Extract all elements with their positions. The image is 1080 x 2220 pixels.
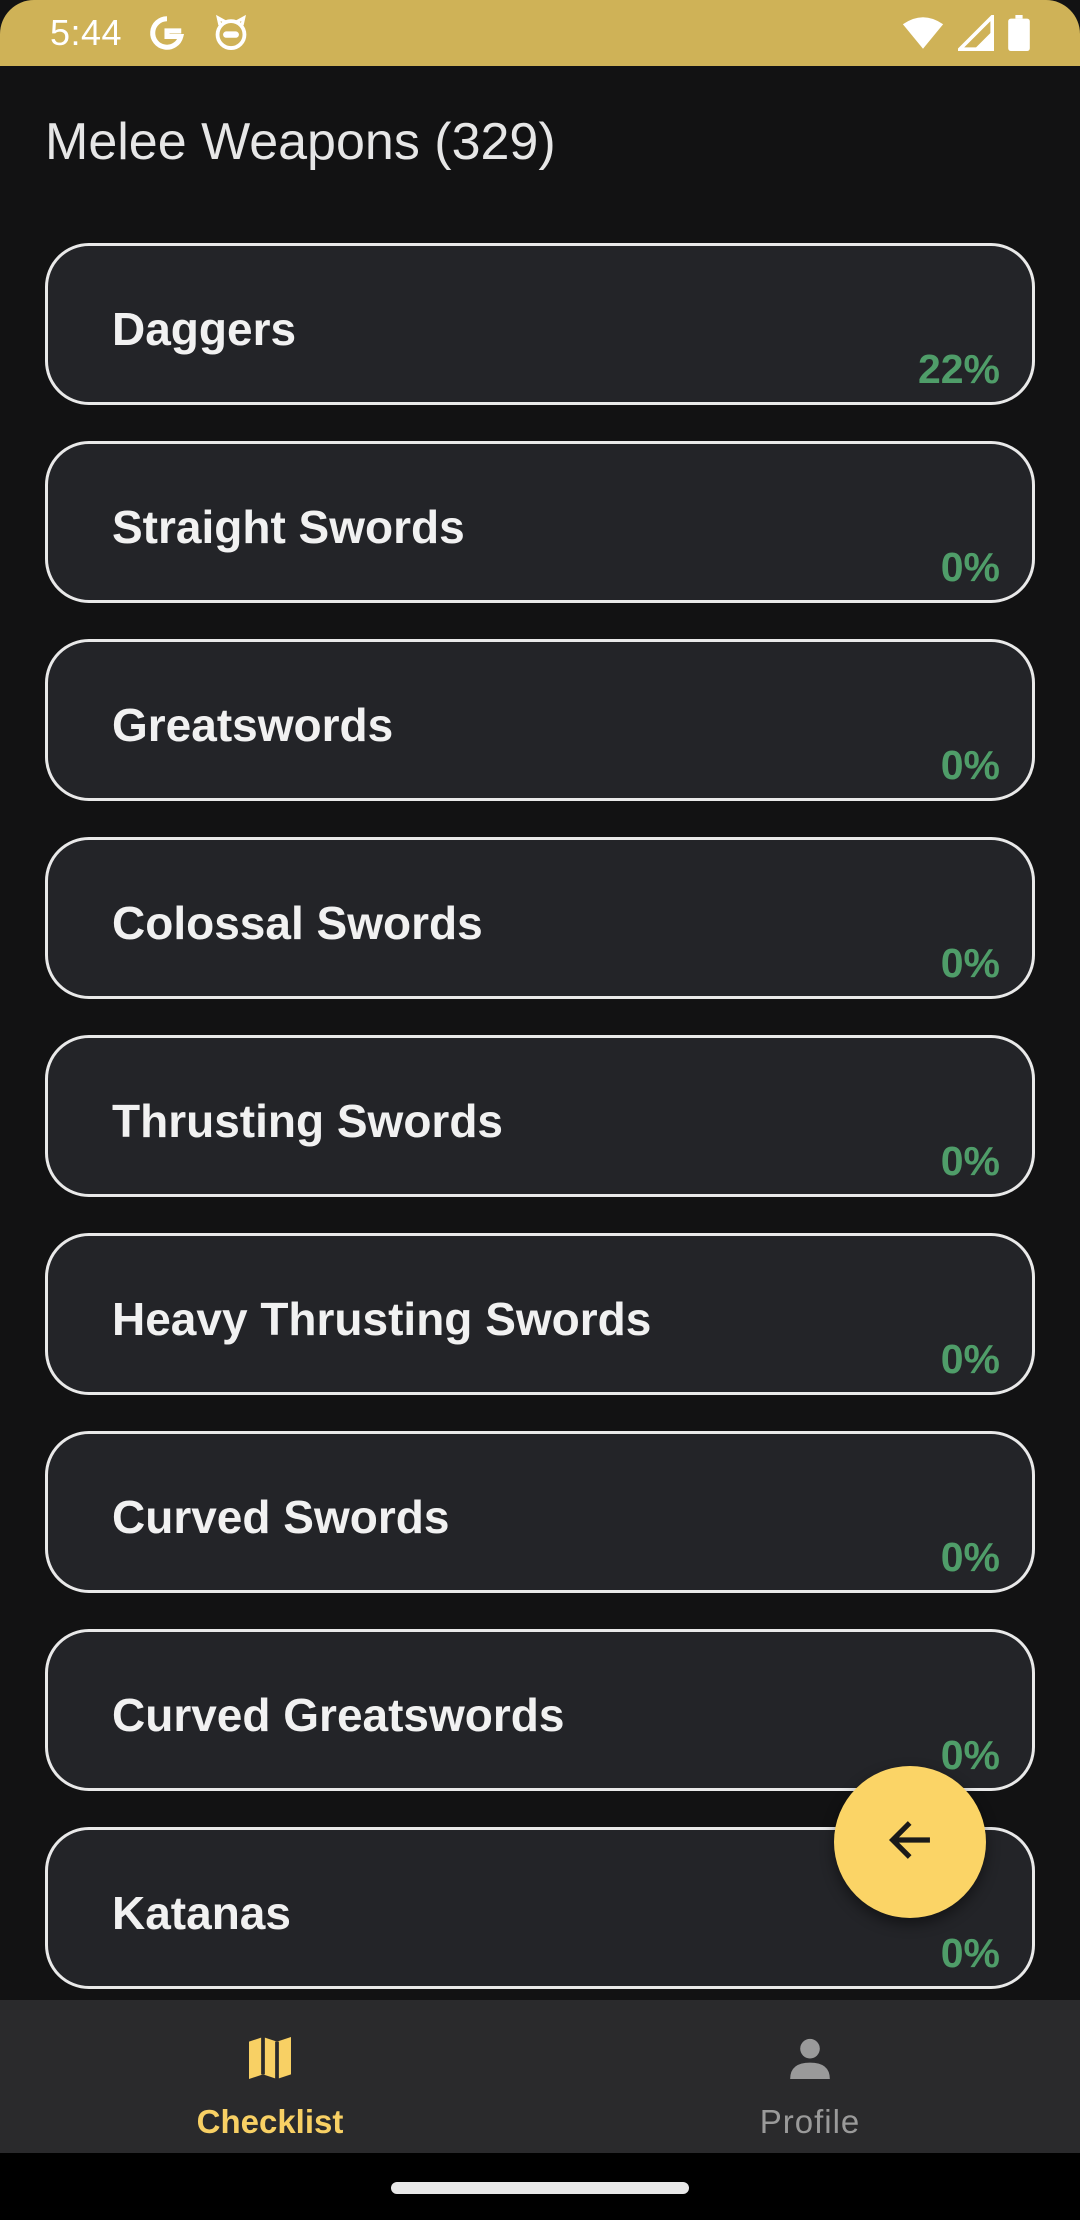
map-icon	[242, 2030, 298, 2091]
wifi-icon	[902, 15, 944, 51]
nav-label-checklist: Checklist	[196, 2103, 344, 2140]
category-card-heavy-thrusting-swords[interactable]: Heavy Thrusting Swords 0%	[45, 1233, 1035, 1395]
category-card-straight-swords[interactable]: Straight Swords 0%	[45, 441, 1035, 603]
category-percent: 0%	[940, 1930, 1000, 1976]
battery-icon	[1008, 15, 1030, 51]
category-percent: 0%	[940, 940, 1000, 986]
category-list: Daggers 22% Straight Swords 0% Greatswor…	[45, 243, 1035, 2025]
category-card-curved-swords[interactable]: Curved Swords 0%	[45, 1431, 1035, 1593]
google-g-icon	[148, 14, 186, 52]
category-name: Curved Swords	[112, 1491, 450, 1543]
robot-cat-icon	[212, 14, 250, 52]
category-card-thrusting-swords[interactable]: Thrusting Swords 0%	[45, 1035, 1035, 1197]
status-time: 5:44	[50, 12, 123, 53]
person-icon	[782, 2030, 838, 2091]
category-name: Greatswords	[112, 699, 394, 751]
category-name: Curved Greatswords	[112, 1689, 565, 1741]
nav-label-profile: Profile	[759, 2103, 861, 2140]
category-name: Straight Swords	[112, 501, 465, 553]
category-percent: 0%	[940, 742, 1000, 788]
category-percent: 0%	[940, 1138, 1000, 1184]
category-percent: 0%	[940, 1336, 1000, 1382]
status-bar: 5:44	[0, 0, 1080, 66]
category-card-curved-greatswords[interactable]: Curved Greatswords 0%	[45, 1629, 1035, 1791]
category-percent: 0%	[940, 1732, 1000, 1778]
nav-item-profile[interactable]: Profile	[540, 2000, 1080, 2153]
arrow-back-icon	[884, 1814, 936, 1871]
category-card-colossal-swords[interactable]: Colossal Swords 0%	[45, 837, 1035, 999]
back-fab-button[interactable]	[834, 1766, 986, 1918]
home-indicator[interactable]	[391, 2182, 689, 2194]
page-title: Melee Weapons (329)	[45, 113, 556, 171]
category-percent: 0%	[940, 544, 1000, 590]
category-percent: 0%	[940, 1534, 1000, 1580]
bottom-navigation: Checklist Profile	[0, 2000, 1080, 2153]
category-card-greatswords[interactable]: Greatswords 0%	[45, 639, 1035, 801]
category-name: Daggers	[112, 303, 297, 355]
category-percent: 22%	[917, 346, 1000, 392]
app-screen: 5:44 Melee Weapons (329) Daggers 22% Str…	[0, 0, 1080, 2220]
category-name: Katanas	[112, 1887, 291, 1939]
category-name: Colossal Swords	[112, 897, 483, 949]
category-name: Heavy Thrusting Swords	[112, 1293, 652, 1345]
signal-icon	[958, 15, 994, 51]
category-card-daggers[interactable]: Daggers 22%	[45, 243, 1035, 405]
category-name: Thrusting Swords	[112, 1095, 503, 1147]
nav-item-checklist[interactable]: Checklist	[0, 2000, 540, 2153]
